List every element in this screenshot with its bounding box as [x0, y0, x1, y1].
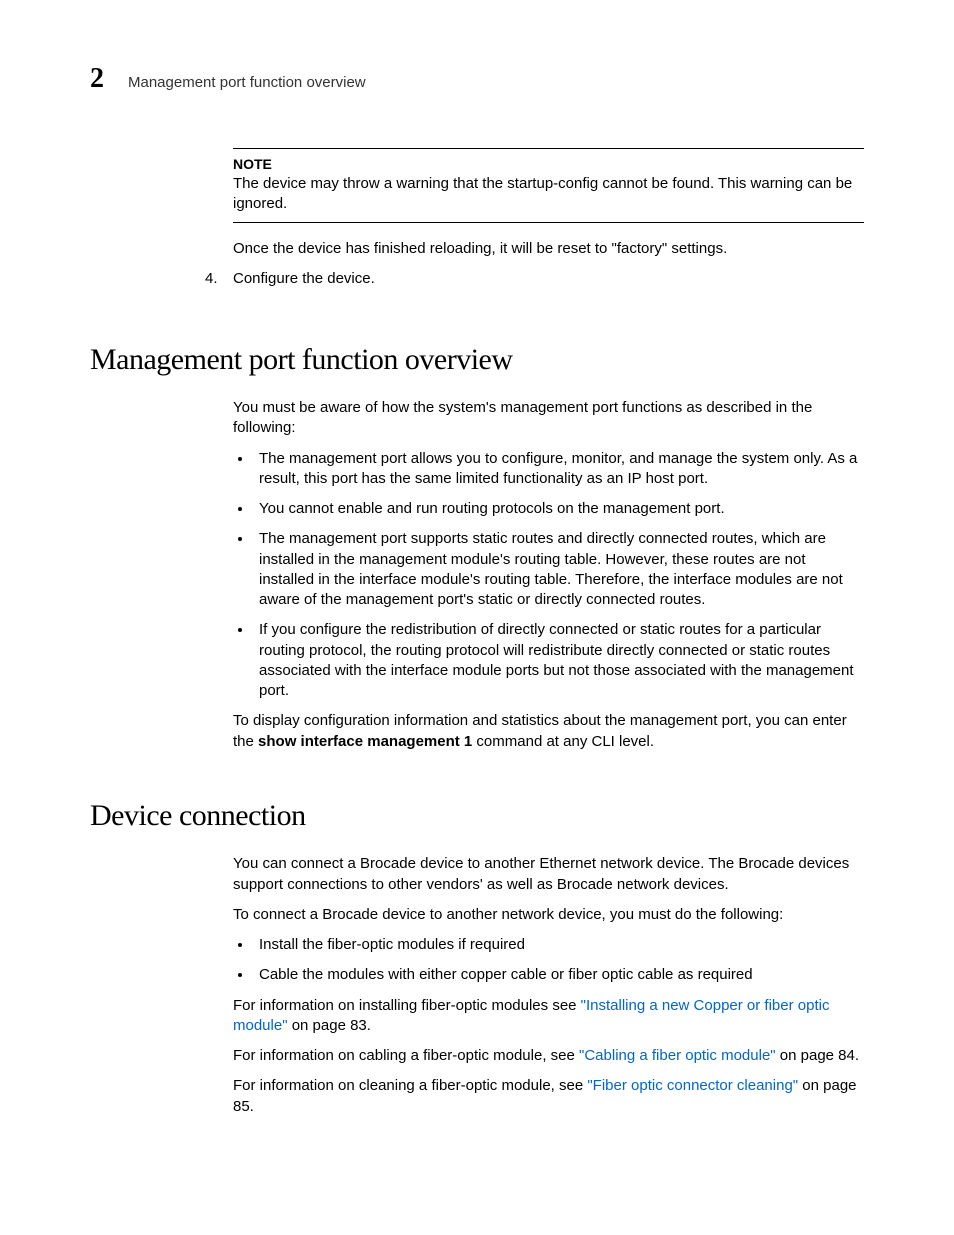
running-head: Management port function overview — [128, 73, 366, 93]
list-item: The management port supports static rout… — [253, 529, 864, 610]
section1-outro: To display configuration information and… — [233, 711, 864, 752]
after-note-paragraph: Once the device has finished reloading, … — [233, 239, 864, 259]
list-item: Cable the modules with either copper cab… — [253, 965, 864, 985]
note-box: NOTE The device may throw a warning that… — [233, 148, 864, 223]
p4-pre: For information on cabling a fiber-optic… — [233, 1047, 579, 1064]
note-text: The device may throw a warning that the … — [233, 174, 864, 215]
section1-bullet-list: The management port allows you to config… — [233, 449, 864, 702]
section2-bullet-list: Install the fiber-optic modules if requi… — [233, 935, 864, 986]
list-item: You cannot enable and run routing protoc… — [253, 499, 864, 519]
note-label: NOTE — [233, 155, 864, 174]
step-text: Configure the device. — [233, 269, 375, 289]
section2-p5: For information on cleaning a fiber-opti… — [233, 1076, 864, 1117]
cli-command: show interface management 1 — [258, 733, 472, 750]
page-header: 2 Management port function overview — [90, 60, 864, 98]
chapter-number: 2 — [90, 60, 104, 98]
section-heading-device-connection: Device connection — [90, 796, 864, 837]
p3-post: on page 83. — [288, 1017, 371, 1034]
section2-p1: You can connect a Brocade device to anot… — [233, 854, 864, 895]
list-item: The management port allows you to config… — [253, 449, 864, 490]
p3-pre: For information on installing fiber-opti… — [233, 997, 581, 1014]
p5-pre: For information on cleaning a fiber-opti… — [233, 1077, 587, 1094]
section2-p3: For information on installing fiber-opti… — [233, 996, 864, 1037]
link-cabling-module[interactable]: "Cabling a fiber optic module" — [579, 1047, 776, 1064]
p4-post: on page 84. — [776, 1047, 859, 1064]
section2-p4: For information on cabling a fiber-optic… — [233, 1046, 864, 1066]
step-4: 4. Configure the device. — [205, 269, 864, 289]
link-cleaning-connector[interactable]: "Fiber optic connector cleaning" — [587, 1077, 798, 1094]
list-item: Install the fiber-optic modules if requi… — [253, 935, 864, 955]
list-item: If you configure the redistribution of d… — [253, 620, 864, 701]
section-heading-management-port: Management port function overview — [90, 340, 864, 381]
outro-post-text: command at any CLI level. — [472, 733, 654, 750]
section2-p2: To connect a Brocade device to another n… — [233, 905, 864, 925]
step-number: 4. — [205, 269, 233, 289]
section1-intro: You must be aware of how the system's ma… — [233, 398, 864, 439]
